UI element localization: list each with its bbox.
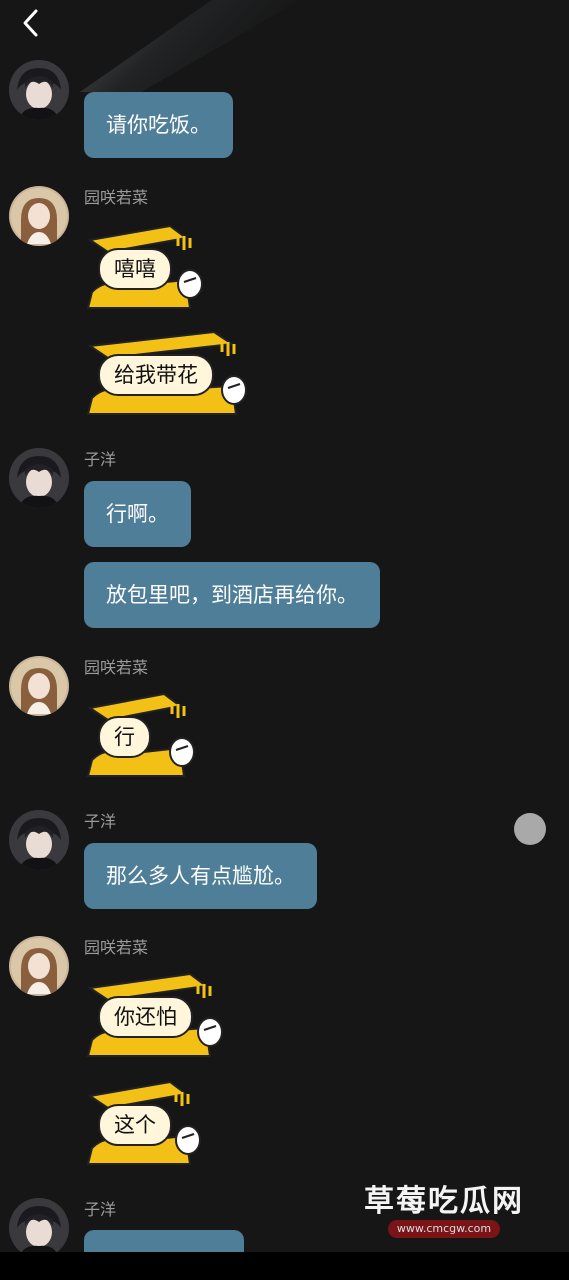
floating-assist-button[interactable] <box>514 813 546 845</box>
sticker[interactable]: 你还怕 <box>86 970 226 1060</box>
watermark-title: 草莓吃瓜网 <box>364 1184 524 1219</box>
sticker[interactable]: 行 <box>86 690 198 780</box>
message-bubble[interactable]: 行啊。 <box>84 481 191 547</box>
sender-name: 子洋 <box>84 812 117 831</box>
avatar-wakana[interactable] <box>9 186 69 246</box>
sender-name: 园咲若菜 <box>84 938 149 957</box>
avatar-ziyang[interactable] <box>9 448 69 508</box>
sticker-text: 行 <box>98 716 151 758</box>
sender-name: 园咲若菜 <box>84 188 149 207</box>
watermark-url: www.cmcgw.com <box>388 1220 500 1238</box>
sticker-text: 你还怕 <box>98 996 193 1038</box>
avatar-ziyang[interactable] <box>9 810 69 870</box>
avatar-wakana[interactable] <box>9 936 69 996</box>
sticker[interactable]: 给我带花 <box>86 328 250 418</box>
message-bubble[interactable] <box>84 1230 244 1252</box>
avatar-ziyang[interactable] <box>9 60 69 120</box>
sticker-text: 给我带花 <box>98 354 214 396</box>
bottom-bar <box>0 1252 569 1280</box>
sticker[interactable]: 嘻嘻 <box>86 222 206 312</box>
sticker[interactable]: 这个 <box>86 1078 204 1168</box>
avatar-wakana[interactable] <box>9 656 69 716</box>
sticker-text: 这个 <box>98 1104 172 1146</box>
message-bubble[interactable]: 放包里吧，到酒店再给你。 <box>84 562 380 628</box>
message-bubble[interactable]: 那么多人有点尴尬。 <box>84 843 317 909</box>
chevron-left-icon <box>23 9 38 37</box>
back-button[interactable] <box>14 6 48 40</box>
sender-name: 子洋 <box>84 1200 117 1219</box>
avatar-ziyang[interactable] <box>9 1198 69 1258</box>
sender-name: 子洋 <box>84 450 117 469</box>
sticker-text: 嘻嘻 <box>98 248 172 290</box>
light-glare <box>80 0 300 92</box>
sender-name: 园咲若菜 <box>84 658 149 677</box>
message-bubble[interactable]: 请你吃饭。 <box>84 92 233 158</box>
